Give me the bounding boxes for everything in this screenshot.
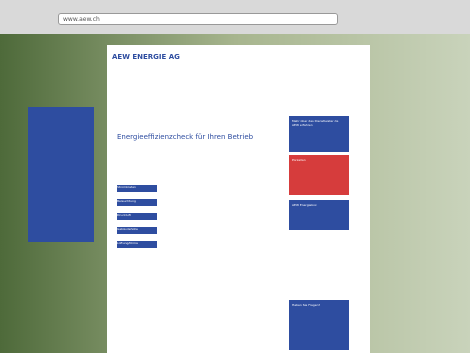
button-5[interactable]: Lüftung/Klima: [117, 241, 157, 248]
page-title: Energieeffizienzcheck für Ihren Betrieb: [117, 133, 254, 141]
button-3[interactable]: Druckluft: [117, 213, 157, 220]
browser-toolbar: www.aew.ch: [0, 0, 470, 34]
button-2[interactable]: Beleuchtung: [117, 199, 157, 206]
button-4[interactable]: Gebäudehülle: [117, 227, 157, 234]
right-box-4[interactable]: Haben Sie Fragen?: [289, 300, 349, 350]
right-box-1[interactable]: Mehr über das Dienstleister de AEW erfah…: [289, 116, 349, 152]
logo[interactable]: AEW ENERGIE AG: [112, 53, 180, 61]
right-box-3[interactable]: AEW Energiebox: [289, 200, 349, 230]
button-1[interactable]: Stromkosten: [117, 185, 157, 192]
right-box-2[interactable]: Porzellan: [289, 155, 349, 195]
address-bar[interactable]: www.aew.ch: [58, 13, 338, 25]
sidebar-nav[interactable]: [28, 107, 94, 242]
